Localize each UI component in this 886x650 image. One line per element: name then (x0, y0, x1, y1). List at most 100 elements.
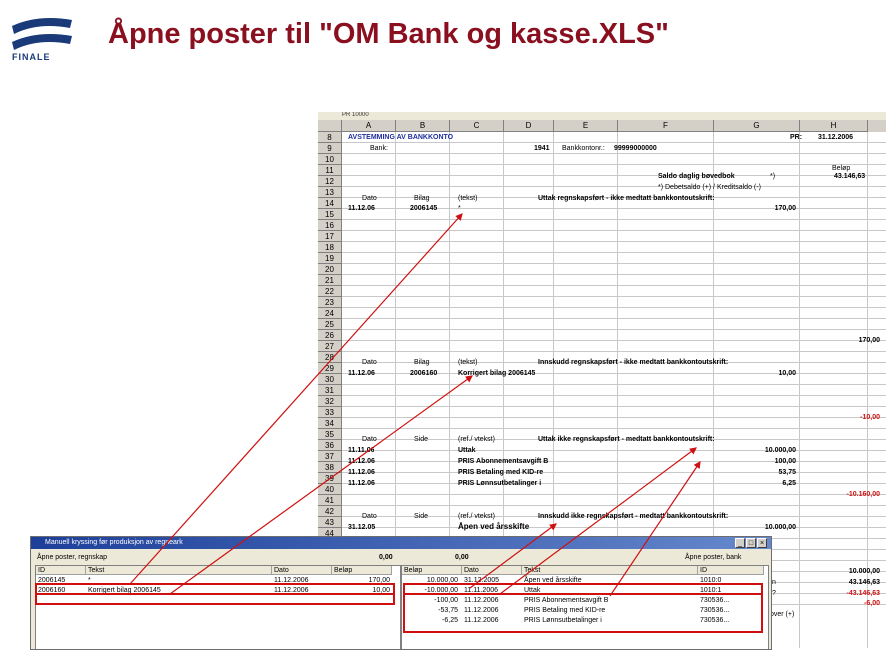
row-header-17[interactable]: 17 (318, 231, 342, 242)
row-header-42[interactable]: 42 (318, 506, 342, 517)
left-col-header[interactable]: Tekst (86, 566, 272, 575)
sec3-row-text: Uttak (458, 447, 476, 454)
sec4-h-side: Side (414, 513, 429, 520)
debet-note: *) Debetsaldo (+) / Kreditsaldo (-) (658, 184, 761, 191)
pr-date: 31.12.2006 (818, 134, 854, 141)
row-header-11[interactable]: 11 (318, 165, 342, 176)
row-header-32[interactable]: 32 (318, 396, 342, 407)
grid-hline (342, 252, 886, 253)
right-col-header[interactable]: Tekst (522, 566, 698, 575)
row-header-25[interactable]: 25 (318, 319, 342, 330)
row-header-26[interactable]: 26 (318, 330, 342, 341)
row-header-30[interactable]: 30 (318, 374, 342, 385)
column-header-g[interactable]: G (714, 120, 800, 132)
matching-dialog[interactable]: Manuell kryssing før produksjon av regne… (30, 536, 772, 650)
grid-hline (342, 351, 886, 352)
row-header-9[interactable]: 9 (318, 143, 342, 154)
close-button[interactable]: × (757, 538, 767, 548)
page-title: Åpne poster til "OM Bank og kasse.XLS" (108, 18, 669, 50)
sec3-row-date: 11.12.06 (348, 469, 375, 476)
right-value-1: 10.000,00 (848, 568, 880, 575)
bankkonto-number: 99999000000 (614, 145, 657, 152)
bank-label: Bank: (370, 145, 388, 152)
row-header-14[interactable]: 14 (318, 198, 342, 209)
column-header-e[interactable]: E (554, 120, 618, 132)
saldo-label: Saldo daglig bøvedbok (658, 173, 735, 180)
column-header-f[interactable]: F (618, 120, 714, 132)
right-col-header[interactable]: ID (698, 566, 764, 575)
row-header-21[interactable]: 21 (318, 275, 342, 286)
sec2-row-text: Korrigert bilag 2006145 (458, 370, 536, 377)
column-header-d[interactable]: D (504, 120, 554, 132)
row-header-29[interactable]: 29 (318, 363, 342, 374)
row-header-22[interactable]: 22 (318, 286, 342, 297)
sec3-row-amount: 53,75 (778, 469, 796, 476)
left-col-header[interactable]: Dato (272, 566, 332, 575)
right-value-3: -43.146,63 (846, 590, 880, 597)
slide-header: FINALE Åpne poster til "OM Bank og kasse… (0, 0, 886, 78)
sec3-title: Uttak ikke regnskapsført - medtatt bankk… (538, 436, 715, 443)
grid-hline (342, 395, 886, 396)
sec3-row-date: 11.12.06 (348, 458, 375, 465)
row-header-23[interactable]: 23 (318, 297, 342, 308)
row-header-20[interactable]: 20 (318, 264, 342, 275)
left-col-header[interactable]: Beløp (332, 566, 392, 575)
column-header-a[interactable]: A (342, 120, 396, 132)
column-header-c[interactable]: C (450, 120, 504, 132)
row-header-40[interactable]: 40 (318, 484, 342, 495)
left-pane-list[interactable]: ID Tekst Dato Beløp 2006145 * 11.12.2006 170,0… (35, 565, 401, 649)
sec3-h-side: Side (414, 436, 429, 443)
grid-hline (342, 472, 886, 473)
sec4-title: Innskudd ikke regnskapsført - medtatt ba… (538, 513, 729, 520)
grid-hline (342, 164, 886, 165)
grid-hline (342, 274, 886, 275)
row-header-37[interactable]: 37 (318, 451, 342, 462)
grid-hline (342, 406, 886, 407)
bank-number: 1941 (534, 145, 550, 152)
row-header-18[interactable]: 18 (318, 242, 342, 253)
saldo-value: 43.146,63 (834, 173, 866, 180)
saldo-note: *) (770, 173, 776, 180)
row-header-43[interactable]: 43 (318, 517, 342, 528)
row-header-38[interactable]: 38 (318, 462, 342, 473)
minimize-button[interactable]: _ (735, 538, 745, 548)
row-header-28[interactable]: 28 (318, 352, 342, 363)
row-header-34[interactable]: 34 (318, 418, 342, 429)
sec1-h-dato: Dato (362, 195, 377, 202)
sec3-row-amount: 10.000,00 (764, 447, 796, 454)
column-header-b[interactable]: B (396, 120, 450, 132)
formula-bar[interactable]: PR 10000 (318, 112, 886, 120)
sec3-row-text: PRIS Betaling med KID-re (458, 469, 544, 476)
left-col-header[interactable]: ID (36, 566, 86, 575)
sec2-row-date: 11.12.06 (348, 370, 375, 377)
row-header-39[interactable]: 39 (318, 473, 342, 484)
sec3-row-date: 11.11.06 (348, 447, 375, 454)
maximize-button[interactable]: □ (746, 538, 756, 548)
sec4-row-amount: 10.000,00 (764, 524, 796, 531)
right-col-header[interactable]: Beløp (402, 566, 462, 575)
row-header-35[interactable]: 35 (318, 429, 342, 440)
column-header-h[interactable]: H (800, 120, 868, 132)
sec3-h-dato: Dato (362, 436, 377, 443)
grid-hline (342, 241, 886, 242)
sec1-title: Uttak regnskapsført - ikke medtatt bankk… (538, 195, 715, 202)
row-header-24[interactable]: 24 (318, 308, 342, 319)
row-header-31[interactable]: 31 (318, 385, 342, 396)
row-header-12[interactable]: 12 (318, 176, 342, 187)
row-header-33[interactable]: 33 (318, 407, 342, 418)
row-header-13[interactable]: 13 (318, 187, 342, 198)
row-header-36[interactable]: 36 (318, 440, 342, 451)
row-header-16[interactable]: 16 (318, 220, 342, 231)
corner-cell[interactable] (318, 120, 342, 132)
row-header-8[interactable]: 8 (318, 132, 342, 143)
row-header-15[interactable]: 15 (318, 209, 342, 220)
row-header-19[interactable]: 19 (318, 253, 342, 264)
row-header-10[interactable]: 10 (318, 154, 342, 165)
left-sum-2: 0,00 (455, 554, 469, 561)
row-header-41[interactable]: 41 (318, 495, 342, 506)
right-col-header[interactable]: Dato (462, 566, 522, 575)
row-header-27[interactable]: 27 (318, 341, 342, 352)
grid-hline (342, 384, 886, 385)
dialog-title: Manuell kryssing før produksjon av regne… (31, 537, 771, 549)
finale-logo (12, 18, 72, 50)
